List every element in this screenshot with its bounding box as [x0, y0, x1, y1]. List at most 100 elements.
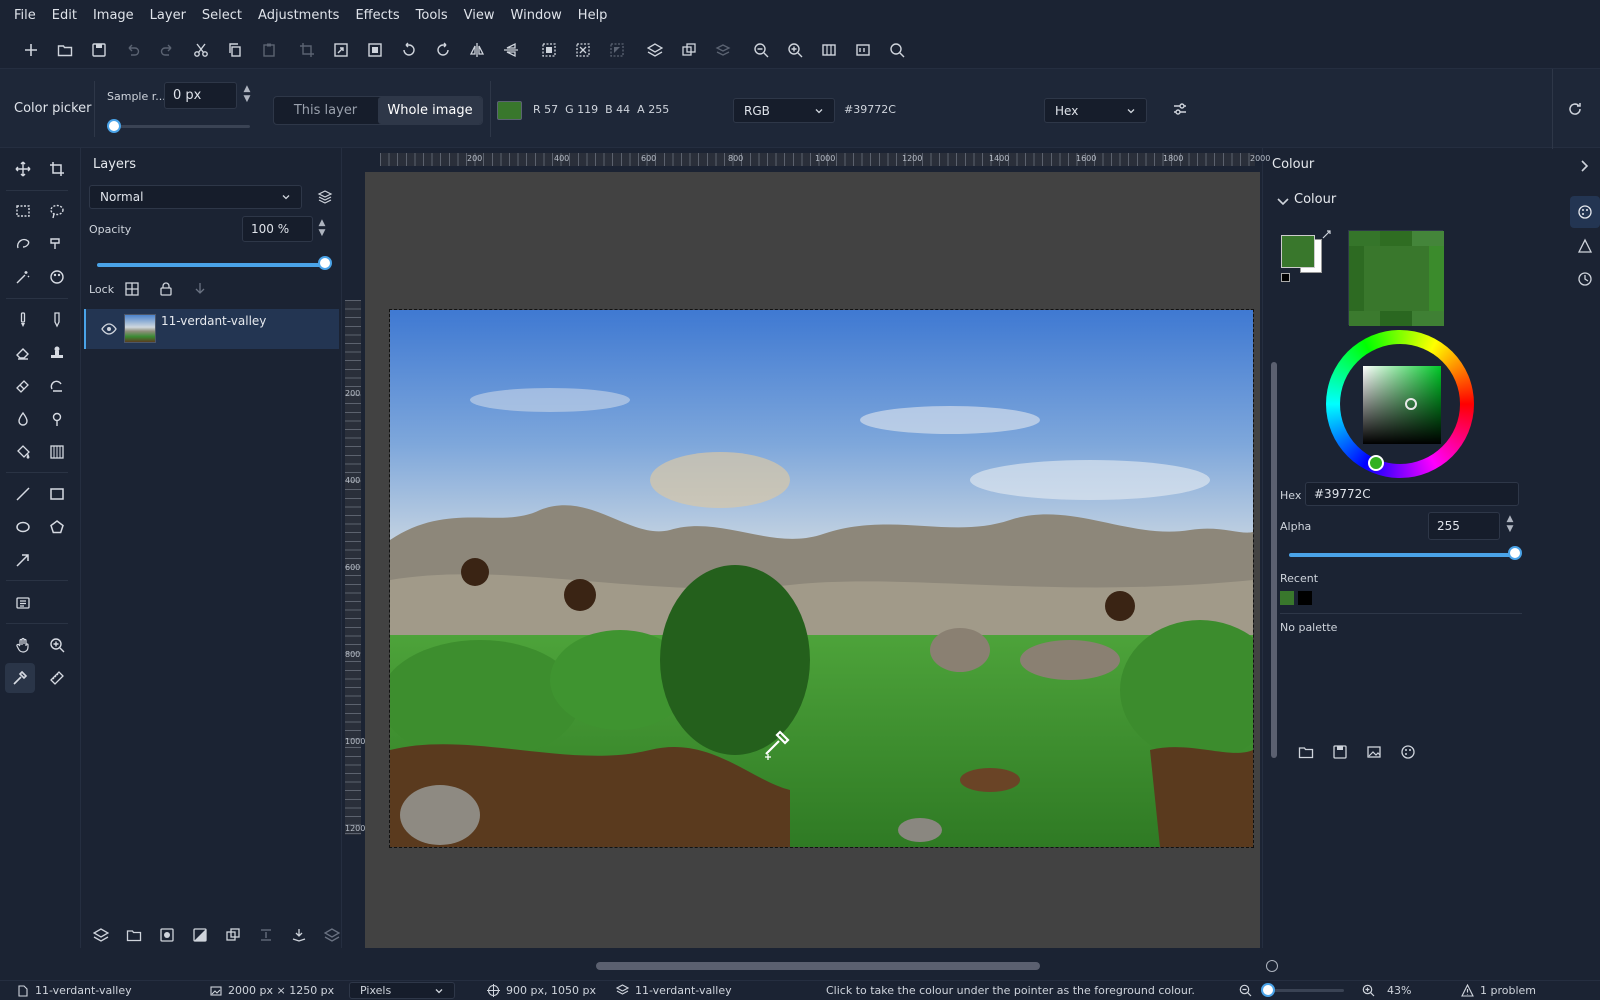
menu-tools[interactable]: Tools	[408, 0, 456, 32]
rectangle-tool-icon[interactable]	[42, 479, 72, 509]
save-icon[interactable]	[82, 33, 116, 67]
menu-adjustments[interactable]: Adjustments	[250, 0, 347, 32]
save-palette-icon[interactable]	[1332, 744, 1348, 760]
menu-layer[interactable]: Layer	[142, 0, 194, 32]
search-icon[interactable]	[880, 33, 914, 67]
smudge-icon[interactable]	[8, 371, 38, 401]
flatten-icon[interactable]	[291, 927, 307, 943]
chevron-down-icon[interactable]	[1275, 193, 1291, 209]
colour-model-dropdown[interactable]: RGB	[733, 98, 835, 123]
lock-transparency-icon[interactable]	[124, 281, 140, 297]
alpha-stepper[interactable]: ▲ ▼	[1504, 514, 1516, 534]
resize-image-icon[interactable]	[324, 33, 358, 67]
blend-mode-dropdown[interactable]: Normal	[89, 185, 302, 209]
alpha-input[interactable]: 255	[1428, 512, 1500, 540]
menu-image[interactable]: Image	[85, 0, 142, 32]
history-tab-icon[interactable]	[1577, 271, 1593, 287]
lock-position-icon[interactable]	[192, 281, 208, 297]
clone-stamp-icon[interactable]	[42, 338, 72, 368]
hue-handle[interactable]	[1368, 455, 1384, 471]
measure-tool-icon[interactable]	[42, 663, 72, 693]
blur-icon[interactable]	[8, 404, 38, 434]
recent-colour-swatch[interactable]	[1298, 591, 1312, 605]
undo-icon[interactable]	[116, 33, 150, 67]
paint-bucket-icon[interactable]	[8, 437, 38, 467]
resize-canvas-icon[interactable]	[358, 33, 392, 67]
menu-help[interactable]: Help	[570, 0, 616, 32]
zoom-out-icon[interactable]	[744, 33, 778, 67]
opacity-slider-handle[interactable]	[318, 256, 332, 270]
open-icon[interactable]	[48, 33, 82, 67]
zoom-out-icon[interactable]	[1239, 984, 1252, 997]
line-tool-icon[interactable]	[8, 479, 38, 509]
copy-icon[interactable]	[218, 33, 252, 67]
this-layer-option[interactable]: This layer	[274, 97, 377, 124]
flip-vertical-icon[interactable]	[494, 33, 528, 67]
move-tool-icon[interactable]	[8, 154, 38, 184]
duplicate-layer-icon[interactable]	[672, 33, 706, 67]
polygon-tool-icon[interactable]	[42, 512, 72, 542]
select-all-icon[interactable]	[532, 33, 566, 67]
zoom-tool-icon[interactable]	[42, 630, 72, 660]
units-dropdown[interactable]: Pixels	[349, 982, 455, 999]
recolour-icon[interactable]	[42, 371, 72, 401]
settings-sliders-icon[interactable]	[1172, 101, 1188, 117]
freeform-select-icon[interactable]	[8, 229, 38, 259]
colour-panel-tab-icon[interactable]	[1570, 196, 1600, 228]
menu-file[interactable]: File	[6, 0, 44, 32]
add-layer-icon[interactable]	[638, 33, 672, 67]
ellipse-tool-icon[interactable]	[8, 512, 38, 542]
colour-variations-grid[interactable]	[1348, 230, 1444, 326]
primary-colour-swatch[interactable]	[1281, 235, 1315, 268]
redo-icon[interactable]	[150, 33, 184, 67]
add-mask-icon[interactable]	[159, 927, 175, 943]
menu-view[interactable]: View	[456, 0, 503, 32]
alpha-slider[interactable]	[1289, 553, 1515, 557]
dodge-burn-icon[interactable]	[42, 404, 72, 434]
palette-from-image-icon[interactable]	[1366, 744, 1382, 760]
alpha-slider-handle[interactable]	[1508, 546, 1522, 560]
invert-selection-icon[interactable]	[600, 33, 634, 67]
swap-colours-icon[interactable]	[1321, 229, 1333, 241]
new-icon[interactable]	[14, 33, 48, 67]
opacity-stepper[interactable]: ▲ ▼	[316, 218, 328, 238]
problems-indicator[interactable]: 1 problem	[1461, 984, 1536, 997]
add-layer-icon[interactable]	[93, 927, 109, 943]
saturation-value-square[interactable]	[1363, 366, 1441, 444]
zoom-in-icon[interactable]	[1362, 984, 1375, 997]
eraser-icon[interactable]	[8, 338, 38, 368]
paintbrush-icon[interactable]	[8, 305, 38, 335]
format-dropdown[interactable]: Hex	[1044, 98, 1147, 123]
pan-tool-icon[interactable]	[8, 630, 38, 660]
delete-layer-icon[interactable]	[324, 927, 340, 943]
flip-horizontal-icon[interactable]	[460, 33, 494, 67]
recent-colour-swatch[interactable]	[1280, 591, 1294, 605]
menu-select[interactable]: Select	[194, 0, 250, 32]
lasso-select-icon[interactable]	[42, 196, 72, 226]
rotate-ccw-icon[interactable]	[392, 33, 426, 67]
sample-radius-stepper[interactable]: ▲ ▼	[241, 84, 253, 104]
saturation-value-handle[interactable]	[1405, 398, 1417, 410]
rectangle-select-icon[interactable]	[8, 196, 38, 226]
adjustments-tab-icon[interactable]	[1577, 238, 1593, 254]
menu-window[interactable]: Window	[503, 0, 570, 32]
crop-icon[interactable]	[290, 33, 324, 67]
hex-input[interactable]: #39772C	[1305, 482, 1519, 506]
whole-image-option[interactable]: Whole image	[378, 97, 482, 124]
layer-properties-icon[interactable]	[317, 189, 333, 205]
zoom-slider-handle[interactable]	[1261, 983, 1275, 997]
rotate-cw-icon[interactable]	[426, 33, 460, 67]
add-group-icon[interactable]	[126, 927, 142, 943]
sample-radius-input[interactable]: 0 px	[164, 82, 237, 109]
reset-colours-icon[interactable]	[1281, 273, 1290, 282]
opacity-input[interactable]: 100 %	[242, 216, 313, 242]
paste-icon[interactable]	[252, 33, 286, 67]
horizontal-scrollbar[interactable]	[596, 962, 1040, 970]
open-palette-icon[interactable]	[1298, 744, 1314, 760]
deselect-icon[interactable]	[566, 33, 600, 67]
brush-select-icon[interactable]	[42, 229, 72, 259]
chevron-right-icon[interactable]	[1577, 158, 1593, 174]
image-canvas[interactable]	[389, 309, 1254, 848]
adjustment-layer-icon[interactable]	[192, 927, 208, 943]
pencil-icon[interactable]	[42, 305, 72, 335]
